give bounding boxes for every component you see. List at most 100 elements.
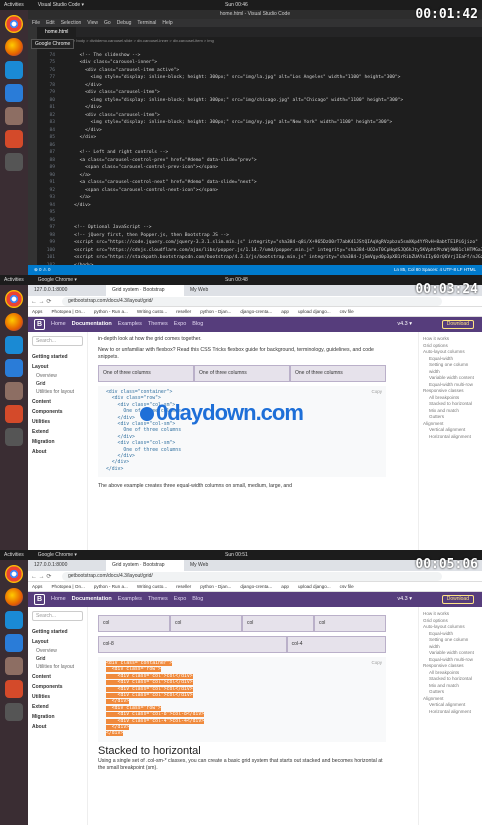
sidebar-item[interactable]: Utilities for layout (36, 389, 83, 395)
tab-my-web[interactable]: My Web (184, 560, 262, 571)
sidebar-item[interactable]: Grid (36, 656, 83, 662)
bookmark-item[interactable]: upload django... (298, 309, 331, 314)
sidebar-item[interactable]: Getting started (32, 354, 83, 360)
vscode-icon[interactable] (5, 61, 23, 79)
sidebar-item[interactable]: Utilities (32, 419, 83, 425)
app-menu[interactable]: Google Chrome ▾ (38, 277, 77, 283)
bookmark-item[interactable]: app (281, 309, 289, 314)
sidebar-item[interactable]: Utilities (32, 694, 83, 700)
toc-item[interactable]: Variable width content (429, 650, 478, 657)
copy-button[interactable]: Copy (371, 389, 382, 395)
sidebar-item[interactable]: About (32, 449, 83, 455)
menu-edit[interactable]: Edit (46, 20, 55, 26)
tab-grid-system[interactable]: Grid system · Bootstrap (106, 285, 184, 296)
sidebar-item[interactable]: Layout (32, 639, 83, 645)
url-field[interactable]: getbootstrap.com/docs/4.3/layout/grid/ (62, 297, 442, 306)
activities-button[interactable]: Activities (4, 552, 24, 558)
nav-arrows-icon[interactable]: ← → ⟳ (31, 573, 51, 580)
search-input[interactable]: Search... (32, 611, 83, 621)
firefox-icon[interactable] (5, 313, 23, 331)
files-icon[interactable] (5, 382, 23, 400)
sidebar-item[interactable]: Content (32, 674, 83, 680)
chrome-icon[interactable] (5, 565, 23, 583)
bookmark-item[interactable]: reseller (176, 309, 191, 314)
nav-expo[interactable]: Expo (174, 321, 187, 327)
files-icon[interactable] (5, 107, 23, 125)
problems-indicator[interactable]: ⊗ 0 ⚠ 0 (34, 267, 51, 272)
sidebar-item[interactable]: About (32, 724, 83, 730)
download-button[interactable]: Download (441, 320, 474, 329)
nav-blog[interactable]: Blog (192, 596, 203, 602)
sidebar-item[interactable]: Layout (32, 364, 83, 370)
sidebar-item[interactable]: Content (32, 399, 83, 405)
tab-localhost[interactable]: 127.0.0.1:8000 (28, 285, 106, 296)
toc-item[interactable]: Horizontal alignment (429, 709, 478, 716)
search-input[interactable]: Search... (32, 336, 83, 346)
document-icon[interactable] (5, 359, 23, 377)
firefox-icon[interactable] (5, 38, 23, 56)
nav-themes[interactable]: Themes (148, 596, 168, 602)
activities-button[interactable]: Activities (4, 277, 24, 283)
bookmark-item[interactable]: Writing custo... (137, 309, 167, 314)
sidebar-item[interactable]: Utilities for layout (36, 664, 83, 670)
breadcrumb[interactable]: home.html > html > body > div#demo.carou… (37, 37, 482, 44)
bookmark-item[interactable]: python - Djan... (200, 309, 231, 314)
files-icon[interactable] (5, 657, 23, 675)
menu-help[interactable]: Help (162, 20, 172, 26)
nav-documentation[interactable]: Documentation (72, 321, 112, 327)
url-field[interactable]: getbootstrap.com/docs/4.3/layout/grid/ (62, 572, 442, 581)
document-icon[interactable] (5, 84, 23, 102)
activities-button[interactable]: Activities (4, 2, 24, 8)
sidebar-item[interactable]: Components (32, 409, 83, 415)
help-icon[interactable] (5, 703, 23, 721)
nav-blog[interactable]: Blog (192, 321, 203, 327)
sidebar-item[interactable]: Overview (36, 373, 83, 379)
nav-examples[interactable]: Examples (118, 596, 142, 602)
nav-home[interactable]: Home (51, 321, 66, 327)
version-dropdown[interactable]: v4.3 ▾ (397, 592, 412, 607)
menu-go[interactable]: Go (104, 20, 111, 26)
toc-item[interactable]: Horizontal alignment (429, 434, 478, 441)
software-icon[interactable] (5, 130, 23, 148)
code-editor[interactable]: 7374 <!-- The slideshow -->75 <div class… (37, 44, 482, 265)
nav-documentation[interactable]: Documentation (72, 596, 112, 602)
tab-grid-system[interactable]: Grid system · Bootstrap (106, 560, 184, 571)
nav-themes[interactable]: Themes (148, 321, 168, 327)
menu-selection[interactable]: Selection (61, 20, 82, 26)
bookmark-item[interactable]: django-crenta... (240, 309, 272, 314)
chrome-icon[interactable] (5, 290, 23, 308)
software-icon[interactable] (5, 405, 23, 423)
toc-item[interactable]: Stacked to horizontal (429, 401, 478, 408)
nav-home[interactable]: Home (51, 596, 66, 602)
help-icon[interactable] (5, 428, 23, 446)
help-icon[interactable] (5, 153, 23, 171)
menu-debug[interactable]: Debug (117, 20, 132, 26)
bookmark-item[interactable]: Writing custo... (137, 584, 167, 589)
bookmark-item[interactable]: Photopea | On... (51, 309, 84, 314)
bookmark-item[interactable]: Apps (32, 309, 42, 314)
sidebar-item[interactable]: Getting started (32, 629, 83, 635)
bookmark-item[interactable]: reseller (176, 584, 191, 589)
toc-item[interactable]: Variable width content (429, 375, 478, 382)
status-right[interactable]: Ln 85, Col 80 Spaces: 4 UTF-8 LF HTML (394, 265, 476, 275)
sidebar-item[interactable]: Extend (32, 429, 83, 435)
copy-button[interactable]: Copy (371, 660, 382, 666)
nav-expo[interactable]: Expo (174, 596, 187, 602)
menu-terminal[interactable]: Terminal (137, 20, 156, 26)
toc-item[interactable]: Stacked to horizontal (429, 676, 478, 683)
bookmark-item[interactable]: python - Run a... (94, 584, 128, 589)
sidebar-item[interactable]: Migration (32, 439, 83, 445)
menu-view[interactable]: View (87, 20, 98, 26)
toc-item[interactable]: Setting one column width (429, 637, 478, 650)
app-menu[interactable]: Google Chrome ▾ (38, 552, 77, 558)
bookmark-item[interactable]: csv file (340, 584, 354, 589)
vscode-icon[interactable] (5, 336, 23, 354)
firefox-icon[interactable] (5, 588, 23, 606)
nav-arrows-icon[interactable]: ← → ⟳ (31, 298, 51, 305)
download-button[interactable]: Download (441, 595, 474, 604)
sidebar-item[interactable]: Grid (36, 381, 83, 387)
tab-my-web[interactable]: My Web (184, 285, 262, 296)
sidebar-item[interactable]: Extend (32, 704, 83, 710)
software-icon[interactable] (5, 680, 23, 698)
sidebar-item[interactable]: Migration (32, 714, 83, 720)
